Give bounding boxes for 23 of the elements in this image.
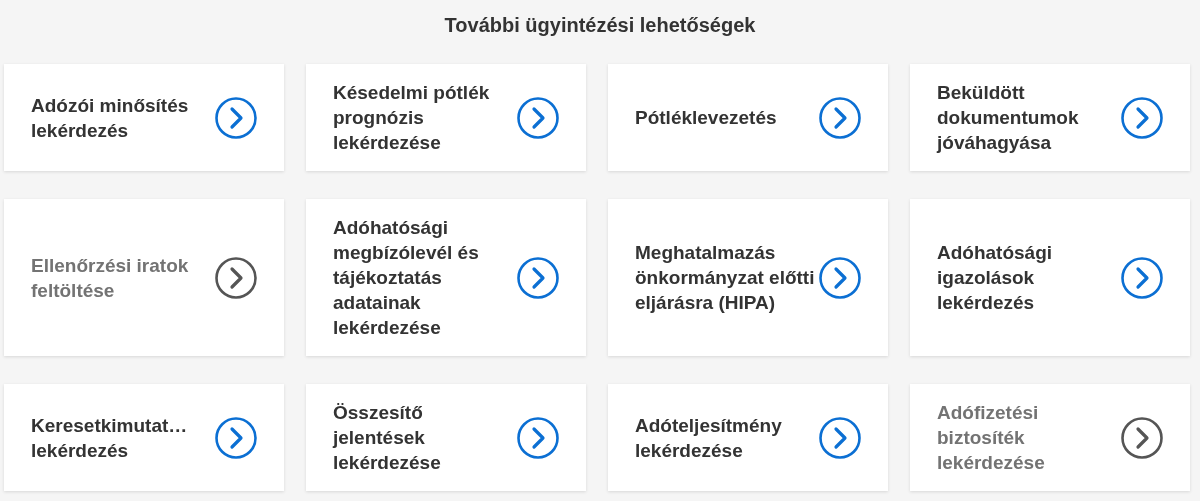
service-card[interactable]: Összesítő jelentések lekérdezése xyxy=(306,384,586,491)
chevron-circle-icon xyxy=(1121,256,1163,299)
chevron-circle-icon xyxy=(215,96,257,139)
service-card[interactable]: Meghatalmazás önkormányzat előtti eljárásra (HIPA) xyxy=(608,199,888,356)
chevron-circle-icon xyxy=(517,256,559,299)
chevron-circle-icon xyxy=(819,416,861,459)
chevron-circle-icon xyxy=(1121,416,1163,459)
chevron-circle-icon xyxy=(819,256,861,299)
service-card[interactable]: Keresetkimutat… lekérdezés xyxy=(4,384,284,491)
chevron-circle-icon xyxy=(517,96,559,139)
chevron-circle-icon xyxy=(517,416,559,459)
chevron-circle-icon xyxy=(819,96,861,139)
chevron-circle-icon xyxy=(215,416,257,459)
service-card[interactable]: Késedelmi pótlék prognózis lekérdezése xyxy=(306,64,586,171)
service-card[interactable]: Adózói minősítés lekérdezés xyxy=(4,64,284,171)
service-card[interactable]: Adóhatósági megbízólevél és tájékoztatás adatainak lekérdezése xyxy=(306,199,586,356)
section-title: További ügyintézési lehetőségek xyxy=(443,13,757,38)
service-card[interactable]: Adóhatósági igazolások lekérdezés xyxy=(910,199,1190,356)
service-card[interactable]: Adóteljesítmény lekérdezése xyxy=(608,384,888,491)
chevron-circle-icon xyxy=(215,256,257,299)
service-card[interactable]: Pótléklevezetés xyxy=(608,64,888,171)
service-card[interactable]: Beküldött dokumentumok jóváhagyása xyxy=(910,64,1190,171)
chevron-circle-icon xyxy=(1121,96,1163,139)
